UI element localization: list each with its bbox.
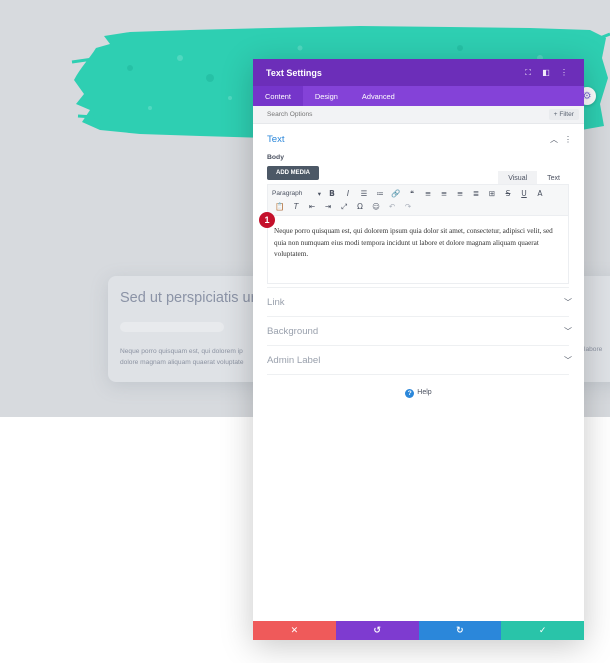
- undo-icon: ↺: [373, 625, 381, 636]
- editor-toolbar: Paragraph ▾ B I ☰ ≔ 🔗 ❝ ≡ ≡ ≡ ≣ ⊞ S U A 📋…: [268, 185, 568, 216]
- search-row: + Filter: [253, 106, 584, 124]
- bullet-list-icon[interactable]: ☰: [356, 189, 372, 198]
- outdent-icon[interactable]: ⇤: [304, 202, 320, 211]
- emoji-icon[interactable]: ☺: [368, 202, 384, 211]
- special-char-icon[interactable]: Ω: [352, 202, 368, 211]
- strikethrough-icon[interactable]: S: [500, 189, 516, 198]
- divider: [267, 287, 569, 288]
- background-card-title: Sed ut perspiciatis ur: [120, 290, 256, 306]
- cancel-button[interactable]: ✕: [253, 621, 336, 640]
- more-vertical-icon[interactable]: ⋮: [555, 68, 573, 77]
- align-left-icon[interactable]: ≡: [420, 189, 436, 198]
- chevron-up-icon[interactable]: ︿: [550, 134, 558, 145]
- quote-icon[interactable]: ❝: [404, 189, 420, 198]
- expand-icon[interactable]: ⛶: [519, 68, 537, 78]
- editor-content[interactable]: Neque porro quisquam est, qui dolorem ip…: [268, 216, 568, 271]
- bold-icon[interactable]: B: [324, 189, 340, 198]
- columns-icon[interactable]: ◧: [537, 68, 555, 77]
- close-icon: ✕: [290, 625, 299, 636]
- section-background-header[interactable]: Background ﹀: [253, 324, 584, 338]
- background-card-bar: [120, 322, 224, 332]
- modal-footer: ✕ ↺ ↻ ✓: [253, 621, 584, 640]
- section-admin-label-title: Admin Label: [267, 354, 321, 366]
- section-admin-label-header[interactable]: Admin Label ﹀: [253, 353, 584, 367]
- modal-title: Text Settings: [266, 67, 322, 78]
- modal-header: Text Settings ⛶ ◧ ⋮: [253, 59, 584, 86]
- text-settings-modal: Text Settings ⛶ ◧ ⋮ Content Design Advan…: [253, 59, 584, 640]
- chevron-down-icon[interactable]: ﹀: [564, 355, 572, 366]
- section-link-title: Link: [267, 296, 285, 308]
- justify-icon[interactable]: ≣: [468, 189, 484, 198]
- undo-button[interactable]: ↺: [335, 621, 419, 640]
- divider: [267, 316, 569, 317]
- italic-icon[interactable]: I: [340, 189, 356, 198]
- paragraph-select[interactable]: Paragraph ▾: [272, 190, 324, 198]
- help-link[interactable]: ? Help: [253, 389, 584, 398]
- underline-icon[interactable]: U: [516, 189, 532, 198]
- save-button[interactable]: ✓: [501, 621, 584, 640]
- modal-tabs: Content Design Advanced: [253, 86, 584, 106]
- divider: [267, 345, 569, 346]
- redo-small-icon[interactable]: ↷: [400, 202, 416, 211]
- search-options-input[interactable]: [267, 111, 549, 118]
- tab-advanced[interactable]: Advanced: [350, 86, 407, 106]
- chevron-down-icon[interactable]: ﹀: [564, 326, 572, 337]
- numbered-list-icon[interactable]: ≔: [372, 189, 388, 198]
- rich-text-editor: Paragraph ▾ B I ☰ ≔ 🔗 ❝ ≡ ≡ ≡ ≣ ⊞ S U A 📋…: [267, 184, 569, 284]
- section-text-title: Text: [267, 133, 285, 145]
- check-icon: ✓: [538, 625, 547, 636]
- redo-icon: ↻: [456, 625, 464, 636]
- section-text-header[interactable]: Text ︿ ⋮: [253, 132, 584, 146]
- link-icon[interactable]: 🔗: [388, 189, 404, 198]
- table-icon[interactable]: ⊞: [484, 189, 500, 198]
- indent-icon[interactable]: ⇥: [320, 202, 336, 211]
- tab-design[interactable]: Design: [303, 86, 350, 106]
- filter-button[interactable]: + Filter: [548, 109, 579, 120]
- section-link-header[interactable]: Link ﹀: [253, 295, 584, 309]
- add-media-button[interactable]: ADD MEDIA: [267, 166, 319, 180]
- redo-button[interactable]: ↻: [418, 621, 502, 640]
- help-icon: ?: [405, 389, 415, 398]
- text-color-icon[interactable]: A: [532, 189, 548, 198]
- background-right-text: labore: [584, 346, 603, 353]
- paste-icon[interactable]: 📋: [272, 202, 288, 211]
- undo-small-icon[interactable]: ↶: [384, 202, 400, 211]
- more-vertical-icon[interactable]: ⋮: [564, 135, 572, 144]
- body-label: Body: [267, 154, 284, 161]
- clear-format-icon[interactable]: T: [288, 202, 304, 211]
- divider: [267, 374, 569, 375]
- align-right-icon[interactable]: ≡: [452, 189, 468, 198]
- section-background-title: Background: [267, 325, 319, 337]
- fullscreen-icon[interactable]: ⤢: [336, 202, 352, 212]
- align-center-icon[interactable]: ≡: [436, 189, 452, 198]
- chevron-down-icon[interactable]: ﹀: [564, 297, 572, 308]
- step-badge: 1: [259, 212, 275, 228]
- tab-content[interactable]: Content: [253, 86, 303, 106]
